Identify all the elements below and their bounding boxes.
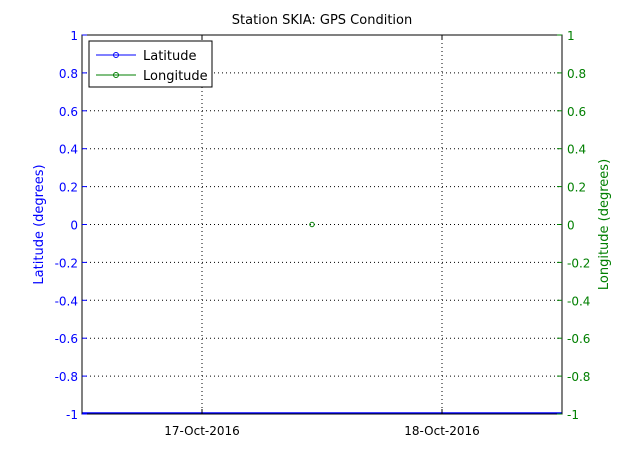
right-y-tick-label: -0.2 bbox=[567, 256, 590, 270]
right-y-tick-label: -0.4 bbox=[567, 294, 590, 308]
x-tick-label: 17-Oct-2016 bbox=[164, 424, 240, 438]
left-y-tick-label: -0.8 bbox=[55, 370, 78, 384]
left-y-tick-label: 0.6 bbox=[59, 105, 78, 119]
x-tick-label: 18-Oct-2016 bbox=[404, 424, 480, 438]
chart-title: Station SKIA: GPS Condition bbox=[232, 13, 412, 28]
right-y-tick-label: -0.8 bbox=[567, 370, 590, 384]
grid-lines bbox=[82, 35, 562, 414]
right-y-tick-label: -1 bbox=[567, 408, 579, 422]
left-y-axis-label: Latitude (degrees) bbox=[32, 164, 47, 284]
left-y-tick-label: -0.6 bbox=[55, 332, 78, 346]
legend: Latitude Longitude bbox=[88, 40, 213, 88]
gps-condition-chart: Station SKIA: GPS Condition -1 -0.8 -0.6 -0… bbox=[32, 13, 612, 438]
right-y-tick-label: 1 bbox=[567, 29, 575, 43]
legend-label-latitude: Latitude bbox=[143, 49, 197, 64]
left-y-tick-label: 0.2 bbox=[59, 181, 78, 195]
left-y-tick-label: 0.4 bbox=[59, 143, 78, 157]
left-y-tick-label: -0.4 bbox=[55, 294, 78, 308]
left-y-tick-label: -1 bbox=[66, 408, 78, 422]
legend-label-longitude: Longitude bbox=[143, 69, 208, 84]
left-y-tick-label: -0.2 bbox=[55, 256, 78, 270]
right-y-tick-label: 0.8 bbox=[567, 67, 586, 81]
left-y-tick-label: 1 bbox=[70, 29, 78, 43]
right-y-tick-label: -0.6 bbox=[567, 332, 590, 346]
right-y-tick-label: 0.6 bbox=[567, 105, 586, 119]
right-y-tick-label: 0.2 bbox=[567, 181, 586, 195]
x-axis: 17-Oct-2016 18-Oct-2016 bbox=[164, 35, 480, 438]
right-y-tick-label: 0.4 bbox=[567, 143, 586, 157]
left-y-tick-label: 0 bbox=[70, 219, 78, 233]
right-y-tick-label: 0 bbox=[567, 219, 575, 233]
right-y-axis-label: Longitude (degrees) bbox=[597, 159, 612, 290]
left-y-tick-label: 0.8 bbox=[59, 67, 78, 81]
